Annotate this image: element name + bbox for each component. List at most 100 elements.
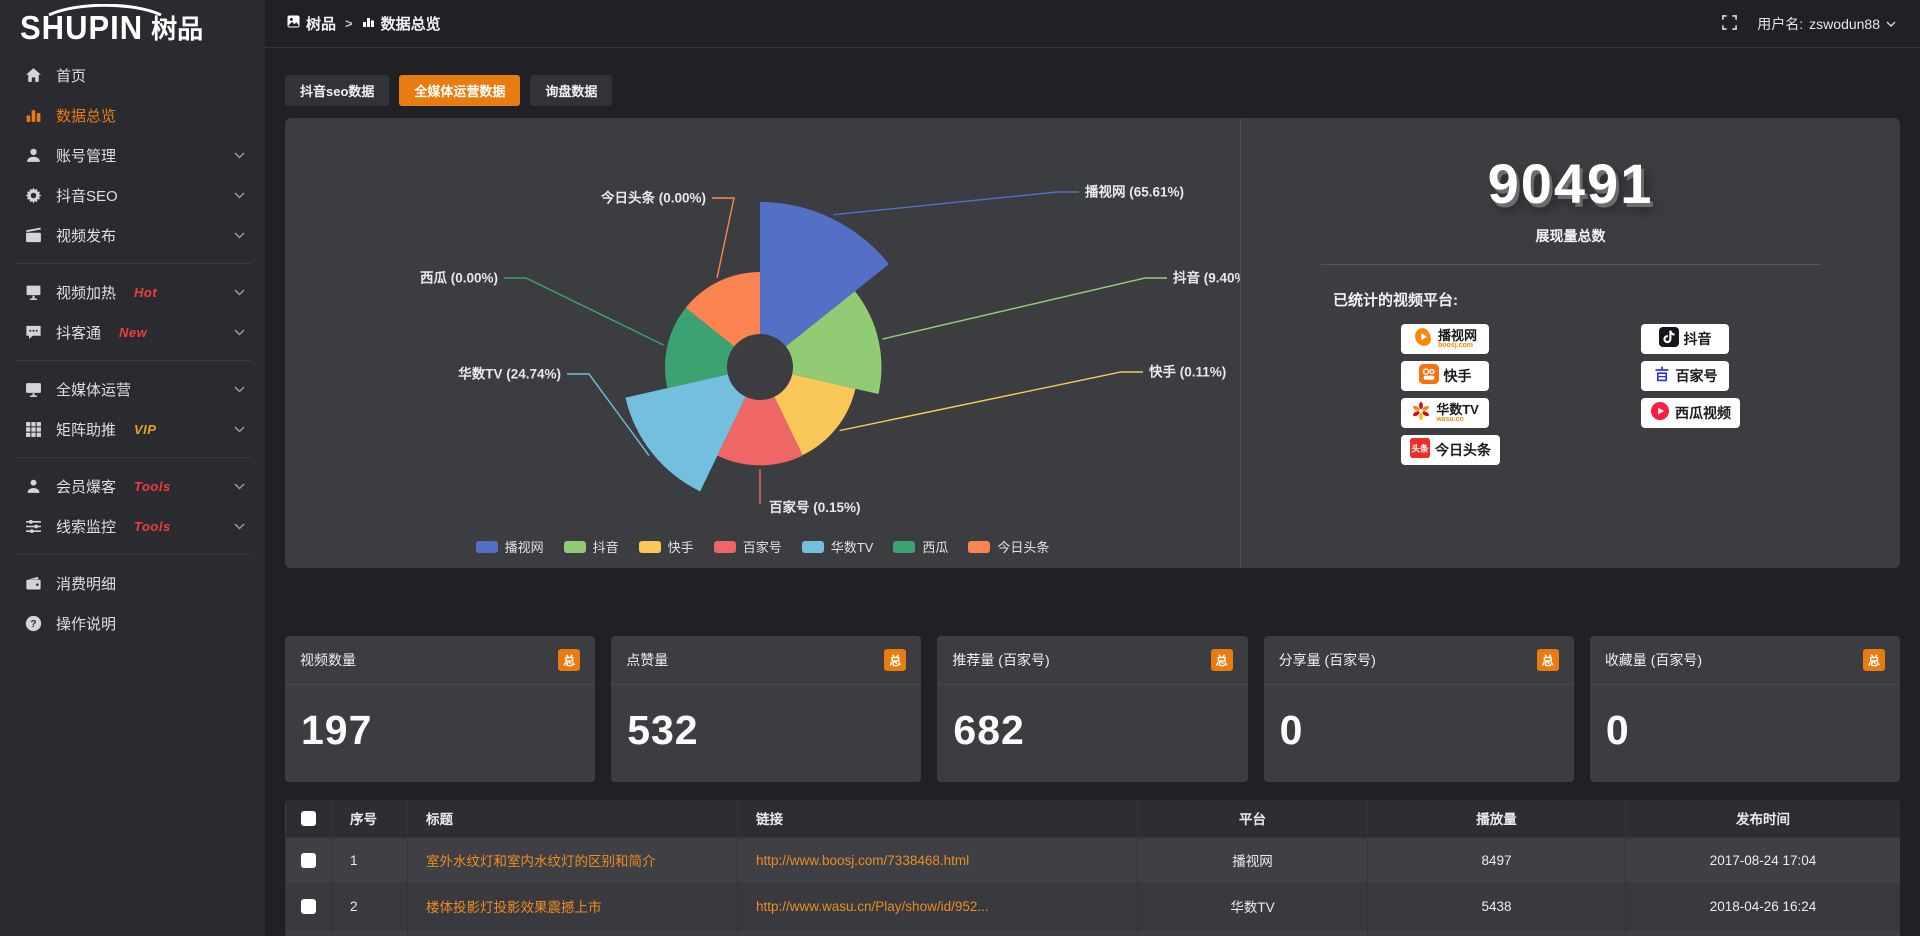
legend-item-抖音[interactable]: 抖音 xyxy=(564,537,619,556)
row-time: 2018-04-26 16:24 xyxy=(1626,883,1901,929)
sidebar-item-9[interactable]: 全媒体运营 xyxy=(0,369,265,409)
platform-badge-百家号[interactable]: 百家号 xyxy=(1641,361,1729,391)
tab-2[interactable]: 询盘数据 xyxy=(530,75,612,106)
legend-label: 西瓜 xyxy=(922,537,948,556)
gear-icon xyxy=(24,186,42,204)
breadcrumb-current[interactable]: 数据总览 xyxy=(362,13,441,34)
chevron-down-icon xyxy=(234,152,245,159)
legend-item-快手[interactable]: 快手 xyxy=(639,537,694,556)
row-title[interactable]: 楼体投影灯投影效果震撼上市 xyxy=(408,883,738,929)
platform-subtext: boosj.com xyxy=(1438,342,1473,349)
sidebar-item-3[interactable]: 抖音SEO xyxy=(0,175,265,215)
breadcrumb-home[interactable]: 树品 xyxy=(287,13,336,34)
platform-badge-抖音[interactable]: 抖音 xyxy=(1641,324,1729,354)
home-icon xyxy=(24,66,42,84)
platform-badge-今日头条[interactable]: 头条今日头条 xyxy=(1401,435,1500,465)
total-badge[interactable]: 总 xyxy=(1863,649,1885,671)
row-link[interactable] xyxy=(738,929,1138,936)
row-time: 2017-08-24 17:04 xyxy=(1626,837,1901,883)
sidebar-item-12[interactable]: 会员爆客Tools xyxy=(0,466,265,506)
user-menu[interactable]: 用户名: zswodun88 xyxy=(1757,14,1896,34)
sidebar-item-4[interactable]: 视频发布 xyxy=(0,215,265,255)
total-badge[interactable]: 总 xyxy=(884,649,906,671)
breadcrumb-current-label: 数据总览 xyxy=(381,13,441,34)
chevron-down-icon xyxy=(234,192,245,199)
row-link[interactable]: http://www.boosj.com/7338468.html xyxy=(738,837,1138,883)
logo-text-cn: 树品 xyxy=(151,16,203,43)
table-row xyxy=(286,929,1901,936)
stat-card-value: 0 xyxy=(1590,685,1900,754)
sidebar-item-13[interactable]: 线索监控Tools xyxy=(0,506,265,546)
breadcrumb-home-label: 树品 xyxy=(306,13,336,34)
sidebar-item-0[interactable]: 首页 xyxy=(0,55,265,95)
table-col-2: 链接 xyxy=(738,800,1138,837)
sidebar-item-15[interactable]: 消费明细 xyxy=(0,563,265,603)
tab-0[interactable]: 抖音seo数据 xyxy=(285,75,389,106)
row-no: 1 xyxy=(332,837,408,883)
user-zone: 用户名: zswodun88 xyxy=(1722,14,1896,34)
sidebar-item-16[interactable]: ? 操作说明 xyxy=(0,603,265,643)
row-checkbox[interactable] xyxy=(301,853,316,868)
username-value: zswodun88 xyxy=(1809,16,1880,32)
select-all-checkbox-cell xyxy=(286,800,332,837)
stat-card-header: 视频数量总 xyxy=(285,636,595,685)
svg-text:?: ? xyxy=(30,619,36,630)
chevron-down-icon xyxy=(234,386,245,393)
pie-label-line-今日头条 xyxy=(712,198,734,278)
tab-1[interactable]: 全媒体运营数据 xyxy=(399,75,520,106)
sidebar-item-2[interactable]: 账号管理 xyxy=(0,135,265,175)
legend-label: 快手 xyxy=(668,537,694,556)
chevron-down-icon xyxy=(1886,21,1896,27)
legend-label: 播视网 xyxy=(505,537,544,556)
row-title[interactable] xyxy=(408,929,738,936)
summary-divider xyxy=(1321,264,1821,265)
toutiao-icon: 头条 xyxy=(1410,438,1430,463)
fullscreen-icon[interactable] xyxy=(1722,15,1737,33)
pie-slice-华数TV[interactable] xyxy=(625,374,745,491)
total-badge[interactable]: 总 xyxy=(558,649,580,671)
chevron-down-icon xyxy=(234,523,245,530)
chart-icon xyxy=(24,106,42,124)
sidebar-item-7[interactable]: 抖客通New xyxy=(0,312,265,352)
pie-label-西瓜: 西瓜 (0.00%) xyxy=(420,271,498,286)
platform-badge-快手[interactable]: 快手 xyxy=(1401,361,1489,391)
total-badge[interactable]: 总 xyxy=(1537,649,1559,671)
douyin-icon xyxy=(1659,327,1679,352)
legend-label: 百家号 xyxy=(743,537,782,556)
chevron-down-icon xyxy=(234,426,245,433)
row-link[interactable]: http://www.wasu.cn/Play/show/id/952... xyxy=(738,883,1138,929)
legend-item-今日头条[interactable]: 今日头条 xyxy=(968,537,1049,556)
legend-swatch xyxy=(476,541,498,553)
pie-label-华数TV: 华数TV (24.74%) xyxy=(458,366,561,382)
stat-card-label: 收藏量 (百家号) xyxy=(1605,650,1702,670)
sidebar-item-label: 操作说明 xyxy=(56,613,116,634)
logo-text-en: SHUPIN xyxy=(20,11,143,44)
sidebar-item-10[interactable]: 矩阵助推VIP xyxy=(0,409,265,449)
total-impressions-value: 90491 xyxy=(1241,156,1900,212)
row-title[interactable]: 室外水纹灯和室内水纹灯的区别和简介 xyxy=(408,837,738,883)
platform-badge-播视网[interactable]: 播视网boosj.com xyxy=(1401,324,1489,354)
row-checkbox[interactable] xyxy=(301,899,316,914)
sidebar-item-label: 全媒体运营 xyxy=(56,379,131,400)
legend-item-华数TV[interactable]: 华数TV xyxy=(802,537,874,556)
table-row: 2楼体投影灯投影效果震撼上市http://www.wasu.cn/Play/sh… xyxy=(286,883,1901,929)
username-label: 用户名: xyxy=(1757,14,1803,34)
user-icon xyxy=(24,146,42,164)
brand-logo[interactable]: SHUPIN 树品 xyxy=(0,0,265,49)
platform-name: 今日头条 xyxy=(1435,443,1491,458)
total-badge[interactable]: 总 xyxy=(1211,649,1233,671)
row-views xyxy=(1368,929,1626,936)
platform-badge-西瓜视频[interactable]: 西瓜视频 xyxy=(1641,398,1740,428)
sidebar-item-6[interactable]: 视频加热Hot xyxy=(0,272,265,312)
sidebar-item-label: 矩阵助推 xyxy=(56,419,116,440)
legend-item-播视网[interactable]: 播视网 xyxy=(476,537,544,556)
legend-item-百家号[interactable]: 百家号 xyxy=(714,537,782,556)
sidebar-item-1[interactable]: 数据总览 xyxy=(0,95,265,135)
row-platform: 华数TV xyxy=(1138,883,1368,929)
legend-label: 今日头条 xyxy=(997,537,1049,556)
legend-item-西瓜[interactable]: 西瓜 xyxy=(893,537,948,556)
platforms-grid: 播视网boosj.com 抖音快手 百家号华数TVwasu.cn 西瓜视频头条今日头条 xyxy=(1401,324,1900,465)
select-all-checkbox[interactable] xyxy=(301,811,316,826)
pie-label-播视网: 播视网 (65.61%) xyxy=(1085,184,1184,200)
platform-badge-华数TV[interactable]: 华数TVwasu.cn xyxy=(1401,398,1489,428)
